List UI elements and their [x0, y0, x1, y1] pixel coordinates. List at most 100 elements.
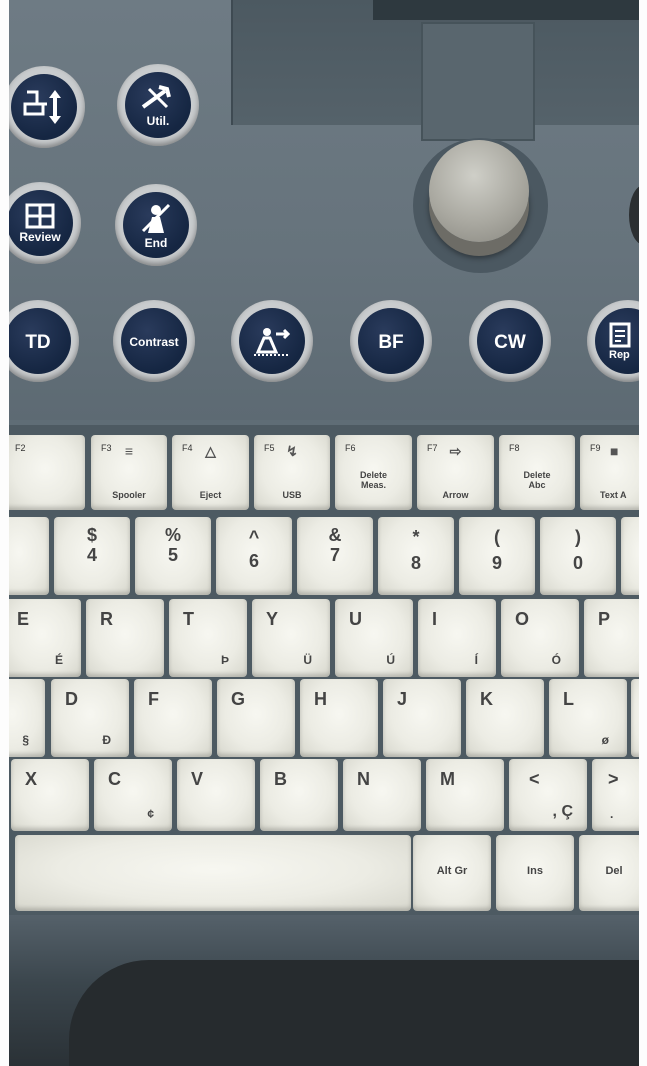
- key-6[interactable]: ^ 6: [216, 517, 292, 595]
- key-minus-partial[interactable]: [621, 517, 639, 595]
- text-caption: Text A: [600, 490, 627, 500]
- key-c-alt: ¢: [147, 807, 154, 821]
- end-button[interactable]: End: [115, 184, 197, 266]
- key-alt-gr-label: Alt Gr: [436, 865, 468, 877]
- bf-button[interactable]: BF: [350, 300, 432, 382]
- key-f3-spooler[interactable]: F3 ≡ Spooler: [91, 435, 167, 510]
- key-e-alt: É: [54, 653, 63, 667]
- key-f9-text[interactable]: F9 ■ Text A: [580, 435, 639, 510]
- key-7-shift: &: [328, 525, 342, 545]
- key-4[interactable]: $ 4: [54, 517, 130, 595]
- key-5[interactable]: % 5: [135, 517, 211, 595]
- key-o[interactable]: O Ó: [501, 599, 579, 677]
- key-x-label: X: [25, 769, 38, 789]
- key-j-label: J: [397, 689, 408, 709]
- key-comma-label: <: [529, 769, 540, 789]
- key-0[interactable]: ) 0: [540, 517, 616, 595]
- key-semicolon-partial[interactable]: [631, 679, 639, 757]
- key-b[interactable]: B: [260, 759, 338, 831]
- key-v-label: V: [191, 769, 204, 789]
- patient-arrow-button[interactable]: [231, 300, 313, 382]
- key-7[interactable]: & 7: [297, 517, 373, 595]
- key-5-shift: %: [164, 525, 181, 545]
- key-9-label: 9: [491, 553, 502, 573]
- key-f7-arrow[interactable]: F7 ⇨ Arrow: [417, 435, 494, 510]
- key-i-alt: Í: [474, 653, 478, 667]
- key-y-label: Y: [266, 609, 279, 629]
- util-label: Util.: [146, 114, 170, 128]
- key-c[interactable]: C ¢: [94, 759, 172, 831]
- f2-label: F2: [15, 443, 26, 453]
- delete-meas-caption: Delete Meas.: [359, 470, 387, 490]
- usb-icon: ↯: [286, 443, 298, 459]
- key-s-alt: §: [22, 733, 29, 747]
- probe-select-icon: [23, 90, 61, 124]
- key-t-alt: Þ: [220, 653, 229, 667]
- key-g[interactable]: G: [217, 679, 295, 757]
- key-4-label: 4: [86, 545, 97, 565]
- key-x[interactable]: X: [11, 759, 89, 831]
- key-j[interactable]: J: [383, 679, 461, 757]
- key-f2[interactable]: F2: [9, 435, 85, 510]
- key-period-label: >: [608, 769, 619, 789]
- contrast-label: Contrast: [129, 335, 179, 349]
- key-del[interactable]: Del: [579, 835, 639, 911]
- util-button[interactable]: Util.: [117, 64, 199, 146]
- key-e[interactable]: E É: [9, 599, 81, 677]
- f9-label: F9: [590, 443, 601, 453]
- key-t[interactable]: T Þ: [169, 599, 247, 677]
- key-u-alt: Ú: [386, 653, 395, 667]
- key-period[interactable]: > .: [592, 759, 639, 831]
- key-9[interactable]: ( 9: [459, 517, 535, 595]
- key-m[interactable]: M: [426, 759, 504, 831]
- key-r[interactable]: R: [86, 599, 164, 677]
- review-grid-icon: [25, 203, 55, 229]
- arrow-icon: ⇨: [449, 443, 462, 459]
- eject-caption: Eject: [199, 490, 222, 500]
- key-u[interactable]: U Ú: [335, 599, 413, 677]
- space-bar[interactable]: [15, 835, 411, 911]
- key-v[interactable]: V: [177, 759, 255, 831]
- key-h-label: H: [314, 689, 327, 709]
- key-t-label: T: [183, 609, 194, 629]
- key-o-label: O: [515, 609, 530, 629]
- f6-label: F6: [345, 443, 356, 453]
- review-label: Review: [19, 230, 61, 244]
- key-8[interactable]: * 8: [378, 517, 454, 595]
- key-l-alt: ø: [601, 733, 609, 747]
- key-f[interactable]: F: [134, 679, 212, 757]
- key-k[interactable]: K: [466, 679, 544, 757]
- key-comma[interactable]: < , Ç: [509, 759, 587, 831]
- key-alt-gr[interactable]: Alt Gr: [413, 835, 491, 911]
- key-9-shift: (: [494, 527, 500, 547]
- key-y[interactable]: Y Ü: [252, 599, 330, 677]
- key-f8-delete-abc[interactable]: F8 Delete Abc: [499, 435, 575, 510]
- key-n[interactable]: N: [343, 759, 421, 831]
- key-8-shift: *: [412, 527, 420, 547]
- key-7-label: 7: [329, 545, 340, 565]
- key-i-label: I: [432, 609, 438, 629]
- end-exam-icon: [141, 203, 171, 233]
- key-f5-usb[interactable]: F5 ↯ USB: [254, 435, 330, 510]
- key-ins[interactable]: Ins: [496, 835, 574, 911]
- key-l[interactable]: L ø: [549, 679, 627, 757]
- key-i[interactable]: I Í: [418, 599, 496, 677]
- td-label: TD: [25, 331, 51, 353]
- key-s-partial[interactable]: §: [9, 679, 45, 757]
- key-d[interactable]: D Ð: [51, 679, 129, 757]
- key-3-partial[interactable]: [9, 517, 49, 595]
- key-5-label: 5: [167, 545, 178, 565]
- key-0-label: 0: [572, 553, 583, 573]
- rotary-knob[interactable]: [429, 140, 529, 242]
- key-f6-delete-meas[interactable]: F6 Delete Meas.: [335, 435, 412, 510]
- contrast-button[interactable]: Contrast: [113, 300, 195, 382]
- spooler-icon: ≡: [124, 443, 134, 459]
- key-p[interactable]: P Ö: [584, 599, 639, 677]
- cw-button[interactable]: CW: [469, 300, 551, 382]
- key-k-label: K: [480, 689, 493, 709]
- key-c-label: C: [108, 769, 121, 789]
- key-h[interactable]: H: [300, 679, 378, 757]
- report-icon: [609, 322, 631, 347]
- key-f4-eject[interactable]: F4 △ Eject: [172, 435, 249, 510]
- key-m-label: M: [440, 769, 455, 789]
